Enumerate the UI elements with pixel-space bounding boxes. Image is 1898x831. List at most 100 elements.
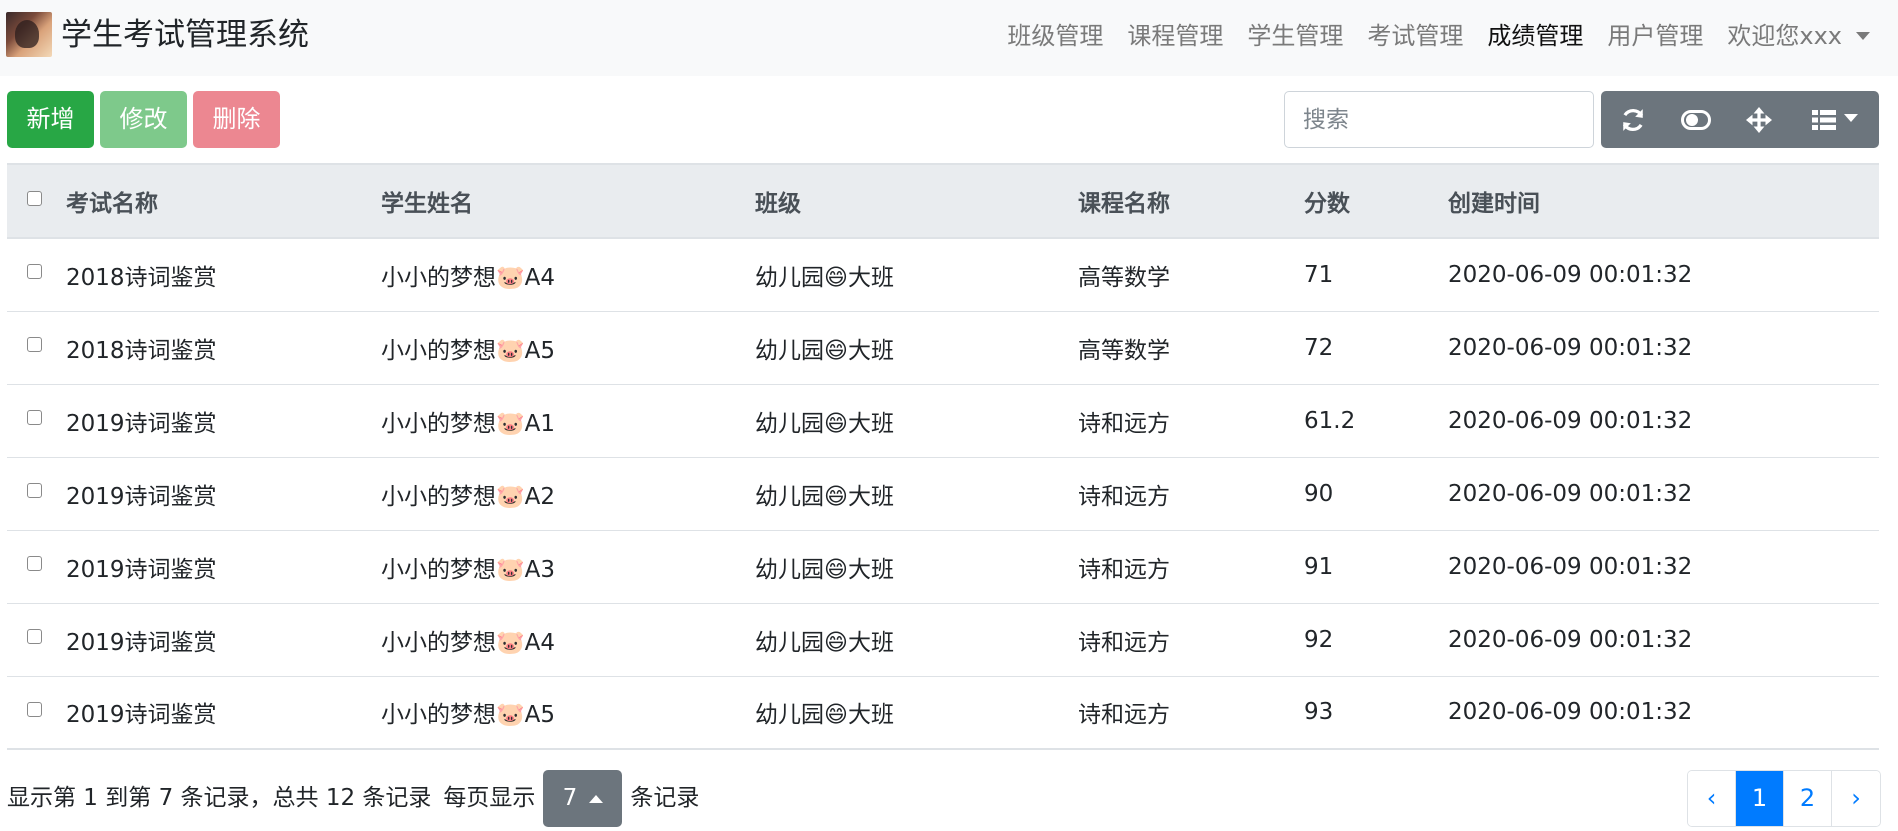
select-all-checkbox[interactable] (27, 190, 42, 206)
cell-class: 幼儿园😄大班 (755, 238, 1078, 312)
page-prev[interactable]: ‹ (1688, 771, 1736, 826)
navbar: 学生考试管理系统 班级管理 课程管理 学生管理 考试管理 成绩管理 用户管理 欢… (0, 0, 1898, 76)
row-select-cell (7, 457, 66, 531)
cell-exam: 2018诗词鉴赏 (66, 238, 381, 312)
table-row[interactable]: 2019诗词鉴赏 小小的梦想🐷A1 幼儿园😄大班 诗和远方 61.2 2020-… (7, 384, 1879, 458)
table-row[interactable]: 2019诗词鉴赏 小小的梦想🐷A3 幼儿园😄大班 诗和远方 91 2020-06… (7, 530, 1879, 604)
chevron-down-icon (1843, 114, 1858, 122)
row-select-cell (7, 530, 66, 604)
edit-button[interactable]: 修改 (100, 91, 187, 148)
row-select-cell (7, 384, 66, 458)
cell-score: 91 (1304, 530, 1448, 604)
cell-exam: 2018诗词鉴赏 (66, 311, 381, 385)
cell-exam: 2019诗词鉴赏 (66, 603, 381, 677)
nav-item-course[interactable]: 课程管理 (1115, 0, 1235, 76)
row-select-cell (7, 676, 66, 750)
move-button[interactable] (1727, 91, 1790, 148)
cell-exam: 2019诗词鉴赏 (66, 384, 381, 458)
nav-item-exam[interactable]: 考试管理 (1355, 0, 1475, 76)
cell-course: 诗和远方 (1078, 384, 1304, 458)
nav-item-class[interactable]: 班级管理 (995, 0, 1115, 76)
page-size-dropdown[interactable]: 7 (543, 770, 623, 827)
user-menu[interactable]: 欢迎您xxx (1715, 0, 1898, 76)
cell-student: 小小的梦想🐷A4 (381, 238, 755, 312)
column-header-score[interactable]: 分数 (1304, 163, 1448, 239)
page-size-value: 7 (562, 785, 578, 811)
cell-course: 诗和远方 (1078, 603, 1304, 677)
row-checkbox[interactable] (27, 337, 42, 352)
cell-class: 幼儿园😄大班 (755, 603, 1078, 677)
search-input[interactable] (1284, 91, 1594, 148)
table-row[interactable]: 2018诗词鉴赏 小小的梦想🐷A5 幼儿园😄大班 高等数学 72 2020-06… (7, 311, 1879, 385)
cell-score: 72 (1304, 311, 1448, 385)
cell-class: 幼儿园😄大班 (755, 676, 1078, 750)
cell-created: 2020-06-09 00:01:32 (1448, 676, 1879, 750)
cell-course: 诗和远方 (1078, 676, 1304, 750)
cell-student: 小小的梦想🐷A1 (381, 384, 755, 458)
cell-created: 2020-06-09 00:01:32 (1448, 311, 1879, 385)
cell-created: 2020-06-09 00:01:32 (1448, 457, 1879, 531)
refresh-button[interactable] (1601, 91, 1664, 148)
row-checkbox[interactable] (27, 629, 42, 644)
row-checkbox[interactable] (27, 701, 42, 717)
brand-logo[interactable] (6, 12, 52, 57)
pagination: ‹ 1 2 › (1687, 770, 1881, 827)
cell-score: 61.2 (1304, 384, 1448, 458)
cell-created: 2020-06-09 00:01:32 (1448, 530, 1879, 604)
nav-item-user[interactable]: 用户管理 (1595, 0, 1715, 76)
row-checkbox[interactable] (27, 483, 42, 498)
columns-button[interactable] (1790, 91, 1879, 148)
cell-class: 幼儿园😄大班 (755, 311, 1078, 385)
cell-created: 2020-06-09 00:01:32 (1448, 603, 1879, 677)
columns-icon (1811, 109, 1836, 130)
row-select-cell (7, 603, 66, 677)
cell-course: 高等数学 (1078, 238, 1304, 312)
cell-student: 小小的梦想🐷A4 (381, 603, 755, 677)
table-row[interactable]: 2018诗词鉴赏 小小的梦想🐷A4 幼儿园😄大班 高等数学 71 2020-06… (7, 238, 1879, 312)
cell-class: 幼儿园😄大班 (755, 530, 1078, 604)
delete-button[interactable]: 删除 (193, 91, 280, 148)
table-row[interactable]: 2019诗词鉴赏 小小的梦想🐷A5 幼儿园😄大班 诗和远方 93 2020-06… (7, 676, 1879, 750)
table-row[interactable]: 2019诗词鉴赏 小小的梦想🐷A2 幼儿园😄大班 诗和远方 90 2020-06… (7, 457, 1879, 531)
cell-score: 90 (1304, 457, 1448, 531)
pagination-info: 显示第 1 到第 7 条记录，总共 12 条记录 每页显示 7 条记录 (7, 770, 699, 827)
cell-course: 高等数学 (1078, 311, 1304, 385)
row-checkbox[interactable] (27, 556, 42, 571)
chevron-up-icon (589, 794, 604, 803)
scores-table: 考试名称 学生姓名 班级 课程名称 分数 创建时间 2018诗词鉴赏 小小的梦想… (7, 163, 1879, 750)
cell-course: 诗和远方 (1078, 530, 1304, 604)
cell-exam: 2019诗词鉴赏 (66, 676, 381, 750)
toggle-view-button[interactable] (1664, 91, 1727, 148)
table-tools (1601, 91, 1879, 148)
toggle-icon (1680, 109, 1711, 130)
column-header-exam[interactable]: 考试名称 (66, 163, 381, 239)
cell-exam: 2019诗词鉴赏 (66, 457, 381, 531)
row-select-cell (7, 238, 66, 312)
page-1[interactable]: 1 (1736, 771, 1784, 826)
table-row[interactable]: 2019诗词鉴赏 小小的梦想🐷A4 幼儿园😄大班 诗和远方 92 2020-06… (7, 603, 1879, 677)
page-next[interactable]: › (1832, 771, 1880, 826)
column-header-created[interactable]: 创建时间 (1448, 163, 1879, 239)
per-page-suffix: 条记录 (630, 785, 700, 811)
row-checkbox[interactable] (27, 410, 42, 425)
brand-title[interactable]: 学生考试管理系统 (61, 14, 309, 56)
refresh-icon (1622, 108, 1643, 131)
nav-item-score[interactable]: 成绩管理 (1475, 0, 1595, 76)
chevron-down-icon (1856, 31, 1870, 40)
user-menu-label: 欢迎您xxx (1727, 22, 1842, 50)
column-header-course[interactable]: 课程名称 (1078, 163, 1304, 239)
cell-student: 小小的梦想🐷A5 (381, 311, 755, 385)
cell-student: 小小的梦想🐷A3 (381, 530, 755, 604)
cell-student: 小小的梦想🐷A2 (381, 457, 755, 531)
column-header-class[interactable]: 班级 (755, 163, 1078, 239)
add-button[interactable]: 新增 (7, 91, 94, 148)
row-checkbox[interactable] (27, 264, 42, 280)
cell-score: 71 (1304, 238, 1448, 312)
cell-created: 2020-06-09 00:01:32 (1448, 384, 1879, 458)
select-all-cell (7, 163, 66, 239)
nav-item-student[interactable]: 学生管理 (1235, 0, 1355, 76)
cell-class: 幼儿园😄大班 (755, 457, 1078, 531)
column-header-student[interactable]: 学生姓名 (381, 163, 755, 239)
per-page-prefix: 每页显示 (443, 785, 536, 811)
page-2[interactable]: 2 (1784, 771, 1832, 826)
